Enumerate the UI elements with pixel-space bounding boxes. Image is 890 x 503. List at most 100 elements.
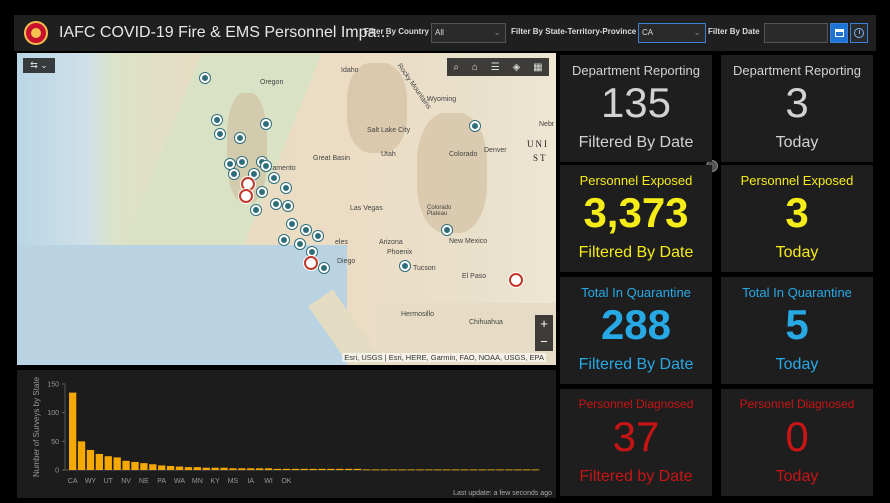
bar [380, 469, 389, 471]
map-marker[interactable] [295, 239, 305, 249]
bar [256, 468, 264, 470]
map-marker[interactable] [271, 199, 281, 209]
home-icon[interactable]: ⌂ [472, 62, 478, 73]
y-tick-label: 150 [47, 382, 59, 389]
bar [149, 464, 157, 470]
chevron-down-icon: ⌄ [493, 27, 501, 37]
map-marker[interactable] [225, 159, 235, 169]
card-exposed-filtered: Personnel Exposed 3,373 Filtered By Date [560, 165, 712, 272]
bar [211, 467, 219, 470]
map-label: New Mexico [449, 238, 488, 245]
filter-state-value: CA [642, 28, 654, 37]
map-marker[interactable] [261, 161, 271, 171]
zoom-out-button[interactable]: − [535, 333, 553, 351]
bar [140, 463, 148, 470]
x-tick-label: WY [85, 478, 97, 485]
bar [345, 468, 353, 470]
zoom-in-button[interactable]: + [535, 315, 553, 333]
bar [77, 441, 86, 470]
map-marker[interactable] [235, 133, 245, 143]
bar [469, 469, 478, 471]
map-marker[interactable] [313, 231, 323, 241]
map-marker-highlight[interactable] [509, 273, 523, 287]
bar [416, 469, 424, 471]
map-marker[interactable] [283, 201, 293, 211]
map-marker[interactable] [212, 115, 222, 125]
pacific-ocean-south [17, 245, 347, 365]
map-marker[interactable] [215, 129, 225, 139]
x-tick-label: UT [104, 478, 114, 485]
bar [327, 468, 335, 470]
bar [273, 468, 282, 470]
map-marker[interactable] [319, 263, 329, 273]
bar [131, 461, 139, 470]
header-bar: IAFC COVID-19 Fire & EMS Personnel Impa.… [14, 15, 876, 51]
map-marker[interactable] [229, 169, 239, 179]
card-label: Personnel Diagnosed [739, 397, 855, 411]
map-marker[interactable] [281, 183, 291, 193]
bar [113, 457, 121, 470]
map-label: ramento [270, 165, 296, 172]
map-marker[interactable] [269, 173, 279, 183]
map-marker[interactable] [251, 205, 261, 215]
x-tick-label: NV [121, 478, 131, 485]
bar [389, 469, 397, 471]
bar [264, 468, 273, 470]
map-marker[interactable] [279, 235, 289, 245]
map-label: UNI [527, 139, 549, 149]
bar [362, 469, 371, 471]
card-value: 0 [785, 413, 809, 460]
map-marker[interactable] [400, 261, 410, 271]
map-marker[interactable] [261, 119, 271, 129]
filter-country-select[interactable]: All ⌄ [431, 23, 506, 43]
map-label: Arizona [379, 239, 403, 246]
card-department-today: Department Reporting 3 Today [721, 55, 873, 162]
basemap-icon[interactable]: ▦ [533, 62, 542, 73]
map-marker[interactable] [257, 187, 267, 197]
calendar-button[interactable] [830, 23, 848, 43]
card-sub: Today [775, 244, 819, 261]
y-tick-label: 50 [51, 439, 59, 446]
chevron-down-icon: ⌄ [693, 27, 701, 37]
bar [282, 468, 291, 470]
layers-icon[interactable]: ◈ [513, 62, 521, 73]
terrain-rockies [347, 63, 407, 153]
map-attribution: Esri, USGS | Esri, HERE, Garmin, FAO, NO… [342, 353, 546, 362]
zoom-control: + − [535, 315, 553, 351]
bar [318, 468, 326, 470]
map-view[interactable]: Oregon Idaho Wyoming Nebr Rocky Mountain… [17, 53, 556, 365]
filter-state-select[interactable]: CA ⌄ [638, 23, 706, 43]
map-marker[interactable] [442, 225, 452, 235]
bar [505, 469, 513, 471]
bar [532, 469, 540, 471]
map-marker-highlight[interactable] [304, 256, 318, 270]
map-marker[interactable] [301, 225, 311, 235]
map-marker[interactable] [200, 73, 210, 83]
time-button[interactable] [850, 23, 868, 43]
bar [496, 469, 504, 471]
map-marker-highlight[interactable] [239, 189, 253, 203]
bar [300, 468, 308, 470]
legend-icon[interactable]: ☰ [491, 62, 500, 73]
filter-date-input[interactable] [764, 23, 828, 43]
bar [434, 469, 442, 471]
search-icon[interactable]: ⌕ [453, 62, 459, 73]
bar [86, 449, 95, 470]
card-sub: Today [775, 134, 819, 151]
map-marker[interactable] [237, 157, 247, 167]
card-value: 3 [785, 79, 809, 126]
bar [460, 469, 469, 471]
map-marker[interactable] [470, 121, 480, 131]
y-axis-title: Number of Surveys by State [32, 376, 41, 477]
map-label: ST [533, 153, 548, 163]
card-label: Total In Quarantine [742, 285, 852, 300]
map-label: Las Vegas [350, 205, 383, 212]
map-marker[interactable] [287, 219, 297, 229]
map-label: Salt Lake City [367, 127, 411, 134]
filter-country-value: All [435, 28, 444, 37]
bar [309, 468, 317, 470]
layer-list-button[interactable]: ⇆ ⌄ [23, 58, 55, 73]
x-tick-label: PA [157, 478, 166, 485]
map-label: El Paso [462, 273, 487, 280]
card-value: 5 [785, 301, 809, 348]
